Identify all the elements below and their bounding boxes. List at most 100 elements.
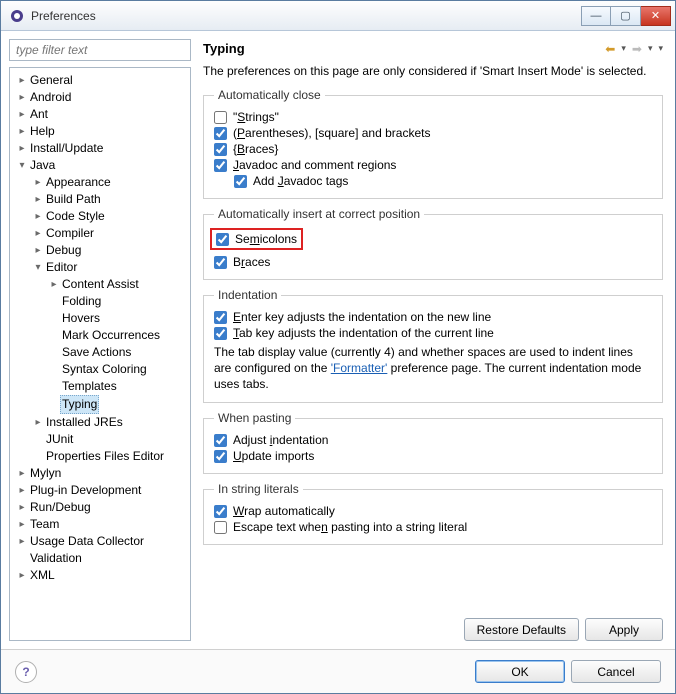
- tree-item-label: Content Assist: [60, 276, 141, 293]
- restore-defaults-button[interactable]: Restore Defaults: [464, 618, 579, 641]
- group-string-literals-legend: In string literals: [214, 482, 303, 496]
- chk-wrap-auto[interactable]: [214, 505, 227, 518]
- tree-item-mylyn[interactable]: ▸Mylyn: [12, 465, 188, 482]
- filter-input[interactable]: [9, 39, 191, 61]
- group-autoclose-legend: Automatically close: [214, 88, 325, 102]
- chevron-right-icon[interactable]: ▸: [32, 414, 44, 431]
- tree-item-android[interactable]: ▸Android: [12, 89, 188, 106]
- tree-item-label: Build Path: [44, 191, 103, 208]
- chk-tab-indent[interactable]: [214, 327, 227, 340]
- chevron-right-icon[interactable]: ▸: [16, 140, 28, 157]
- tree-item-label: Hovers: [60, 310, 102, 327]
- preferences-tree[interactable]: ▸General▸Android▸Ant▸Help▸Install/Update…: [9, 67, 191, 641]
- apply-button[interactable]: Apply: [585, 618, 663, 641]
- chevron-right-icon[interactable]: ▸: [32, 191, 44, 208]
- tree-item-label: Mylyn: [28, 465, 63, 482]
- tree-item-label: Installed JREs: [44, 414, 125, 431]
- tree-item-java[interactable]: ▾Java: [12, 157, 188, 174]
- tree-item-editor[interactable]: ▾Editor: [12, 259, 188, 276]
- group-autoclose: Automatically close "Strings" (Parenthes…: [203, 88, 663, 199]
- tree-item-save-actions[interactable]: Save Actions: [12, 344, 188, 361]
- tree-item-validation[interactable]: Validation: [12, 550, 188, 567]
- tree-item-general[interactable]: ▸General: [12, 72, 188, 89]
- chevron-right-icon[interactable]: ▸: [16, 516, 28, 533]
- maximize-button[interactable]: ▢: [611, 6, 641, 26]
- chk-escape-paste[interactable]: [214, 521, 227, 534]
- chevron-down-icon[interactable]: ▾: [32, 259, 44, 276]
- tree-item-properties-files-editor[interactable]: Properties Files Editor: [12, 448, 188, 465]
- chk-strings[interactable]: [214, 111, 227, 124]
- tree-item-team[interactable]: ▸Team: [12, 516, 188, 533]
- tree-item-content-assist[interactable]: ▸Content Assist: [12, 276, 188, 293]
- chevron-right-icon[interactable]: ▸: [32, 225, 44, 242]
- tree-item-install-update[interactable]: ▸Install/Update: [12, 140, 188, 157]
- chk-adjust-indent[interactable]: [214, 434, 227, 447]
- nav-forward-icon[interactable]: ➡: [632, 42, 642, 56]
- tree-item-label: Save Actions: [60, 344, 133, 361]
- chevron-right-icon[interactable]: ▸: [16, 72, 28, 89]
- window-buttons: ― ▢ ✕: [581, 6, 671, 26]
- lbl-add-javadoc-tags: Add Javadoc tags: [253, 174, 348, 188]
- chk-braces-close[interactable]: [214, 143, 227, 156]
- nav-menu-icon[interactable]: ▾: [658, 43, 663, 54]
- tree-item-ant[interactable]: ▸Ant: [12, 106, 188, 123]
- tree-item-label: Install/Update: [28, 140, 105, 157]
- tree-item-code-style[interactable]: ▸Code Style: [12, 208, 188, 225]
- chk-javadoc[interactable]: [214, 159, 227, 172]
- lbl-wrap-auto: Wrap automatically: [233, 504, 335, 518]
- nav-forward-menu-icon[interactable]: ▾: [648, 43, 653, 54]
- chevron-right-icon[interactable]: ▸: [16, 465, 28, 482]
- cancel-button[interactable]: Cancel: [571, 660, 661, 683]
- chevron-down-icon[interactable]: ▾: [16, 157, 28, 174]
- tree-item-plug-in-development[interactable]: ▸Plug-in Development: [12, 482, 188, 499]
- nav-back-icon[interactable]: ⬅: [605, 42, 615, 56]
- tree-item-hovers[interactable]: Hovers: [12, 310, 188, 327]
- tree-item-label: Code Style: [44, 208, 107, 225]
- chevron-right-icon[interactable]: ▸: [16, 89, 28, 106]
- chevron-right-icon[interactable]: ▸: [16, 123, 28, 140]
- tree-item-templates[interactable]: Templates: [12, 378, 188, 395]
- chk-braces-insert[interactable]: [214, 256, 227, 269]
- group-string-literals: In string literals Wrap automatically Es…: [203, 482, 663, 545]
- tree-item-folding[interactable]: Folding: [12, 293, 188, 310]
- tree-item-mark-occurrences[interactable]: Mark Occurrences: [12, 327, 188, 344]
- chevron-right-icon[interactable]: ▸: [16, 106, 28, 123]
- chk-semicolons[interactable]: [216, 233, 229, 246]
- tree-item-build-path[interactable]: ▸Build Path: [12, 191, 188, 208]
- ok-button[interactable]: OK: [475, 660, 565, 683]
- chevron-right-icon[interactable]: ▸: [32, 174, 44, 191]
- chevron-right-icon[interactable]: ▸: [32, 242, 44, 259]
- tree-item-usage-data-collector[interactable]: ▸Usage Data Collector: [12, 533, 188, 550]
- chk-parens[interactable]: [214, 127, 227, 140]
- window-title: Preferences: [31, 9, 581, 23]
- tree-item-appearance[interactable]: ▸Appearance: [12, 174, 188, 191]
- nav-back-menu-icon[interactable]: ▾: [621, 43, 626, 54]
- chevron-right-icon[interactable]: ▸: [16, 533, 28, 550]
- group-indentation: Indentation Enter key adjusts the indent…: [203, 288, 663, 403]
- tree-item-label: Android: [28, 89, 73, 106]
- minimize-button[interactable]: ―: [581, 6, 611, 26]
- help-icon[interactable]: ?: [15, 661, 37, 683]
- tree-item-junit[interactable]: JUnit: [12, 431, 188, 448]
- close-button[interactable]: ✕: [641, 6, 671, 26]
- tree-item-xml[interactable]: ▸XML: [12, 567, 188, 584]
- tree-item-debug[interactable]: ▸Debug: [12, 242, 188, 259]
- chevron-right-icon[interactable]: ▸: [16, 499, 28, 516]
- chk-add-javadoc-tags[interactable]: [234, 175, 247, 188]
- group-pasting-legend: When pasting: [214, 411, 295, 425]
- chevron-right-icon[interactable]: ▸: [32, 208, 44, 225]
- tree-item-label: Editor: [44, 259, 79, 276]
- tree-item-compiler[interactable]: ▸Compiler: [12, 225, 188, 242]
- chk-update-imports[interactable]: [214, 450, 227, 463]
- tree-item-typing[interactable]: Typing: [12, 395, 188, 414]
- chevron-right-icon[interactable]: ▸: [16, 482, 28, 499]
- chevron-right-icon[interactable]: ▸: [16, 567, 28, 584]
- tree-item-syntax-coloring[interactable]: Syntax Coloring: [12, 361, 188, 378]
- tree-item-run-debug[interactable]: ▸Run/Debug: [12, 499, 188, 516]
- formatter-link[interactable]: 'Formatter': [331, 361, 388, 375]
- chk-enter-indent[interactable]: [214, 311, 227, 324]
- chevron-right-icon[interactable]: ▸: [48, 276, 60, 293]
- tree-item-label: Validation: [28, 550, 84, 567]
- tree-item-installed-jres[interactable]: ▸Installed JREs: [12, 414, 188, 431]
- tree-item-help[interactable]: ▸Help: [12, 123, 188, 140]
